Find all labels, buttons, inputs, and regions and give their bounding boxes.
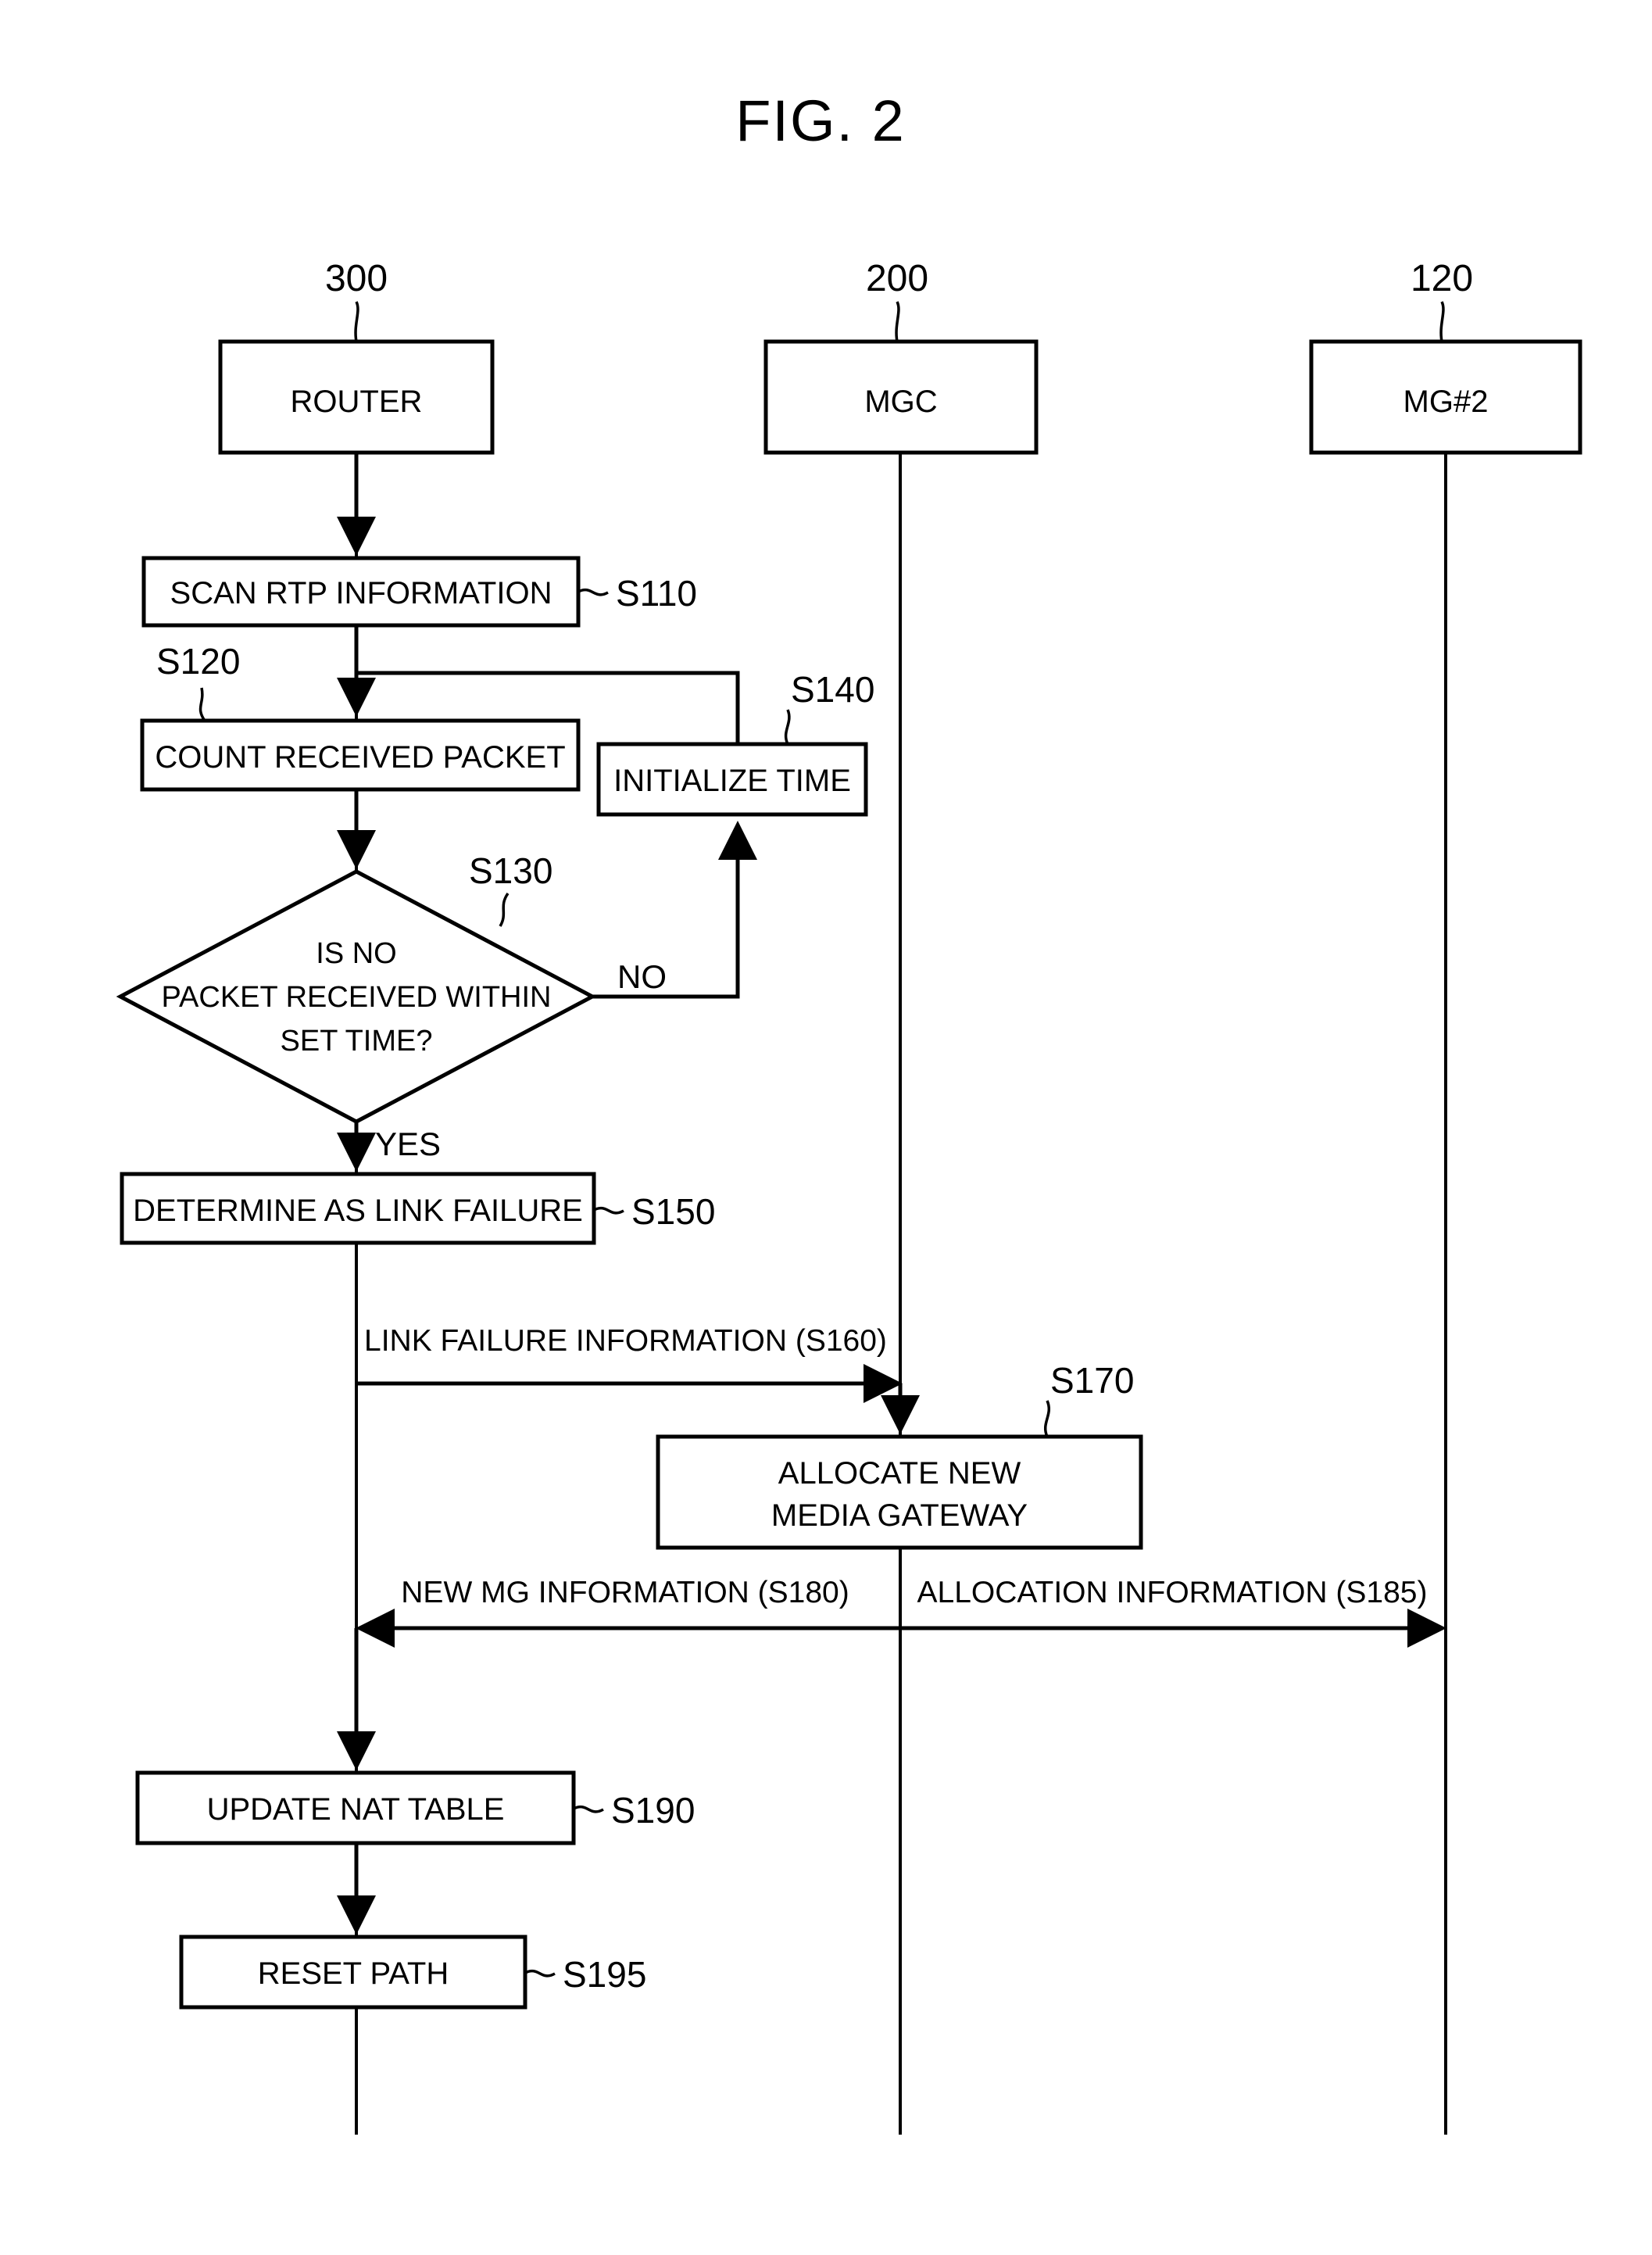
ref-number-200: 200 [866,258,928,299]
actor-router-label: ROUTER [291,385,423,419]
process-s170-label-line1: ALLOCATE NEW [778,1456,1021,1491]
decision-s130-line1: IS NO [316,937,396,970]
decision-s130-line3: SET TIME? [281,1025,433,1058]
process-s195-label: RESET PATH [258,1956,449,1991]
step-ref-s140: S140 [791,669,874,710]
step-ref-s130: S130 [469,850,552,891]
patent-figure-page: FIG. 2 ROUTER 300 MGC 200 MG#2 120 SCAN … [0,0,1652,2255]
step-ref-s150: S150 [631,1191,715,1232]
message-label-s180: NEW MG INFORMATION (S180) [401,1576,849,1609]
message-label-s160: LINK FAILURE INFORMATION (S160) [364,1324,887,1358]
actor-mg2-label: MG#2 [1403,385,1489,419]
branch-label-yes: YES [375,1126,441,1162]
decision-s130-line2: PACKET RECEIVED WITHIN [162,981,552,1014]
actor-router[interactable]: ROUTER 300 [218,258,495,455]
figure-canvas: FIG. 2 ROUTER 300 MGC 200 MG#2 120 SCAN … [116,88,1582,2135]
process-s120-label: COUNT RECEIVED PACKET [155,740,565,775]
actor-mgc-label: MGC [864,385,937,419]
process-s140-label: INITIALIZE TIME [613,764,851,798]
actor-mgc[interactable]: MGC 200 [763,258,1039,455]
page-title: FIG. 2 [735,88,906,153]
process-s195[interactable]: RESET PATH S195 [179,1935,646,2010]
ref-number-300: 300 [325,258,388,299]
process-s190-label: UPDATE NAT TABLE [207,1792,505,1827]
branch-label-no: NO [617,958,667,995]
decision-s130[interactable]: IS NO PACKET RECEIVED WITHIN SET TIME? S… [116,850,597,1124]
ref-number-120: 120 [1411,258,1473,299]
step-ref-s110: S110 [616,573,697,614]
process-s150-label: DETERMINE AS LINK FAILURE [133,1194,583,1228]
step-ref-s190: S190 [611,1790,695,1831]
process-s170-label-line2: MEDIA GATEWAY [771,1498,1028,1533]
step-ref-s170: S170 [1050,1360,1134,1401]
process-s120[interactable]: COUNT RECEIVED PACKET [140,718,581,792]
step-ref-s195: S195 [563,1954,646,1995]
message-label-s185: ALLOCATION INFORMATION (S185) [917,1576,1428,1609]
process-s110[interactable]: SCAN RTP INFORMATION S110 [141,556,697,628]
process-s110-label: SCAN RTP INFORMATION [170,576,552,610]
step-ref-s120: S120 [156,641,240,682]
actor-mg2[interactable]: MG#2 120 [1309,258,1582,455]
process-s190[interactable]: UPDATE NAT TABLE S190 [135,1770,695,1845]
process-s150[interactable]: DETERMINE AS LINK FAILURE S150 [120,1172,715,1245]
